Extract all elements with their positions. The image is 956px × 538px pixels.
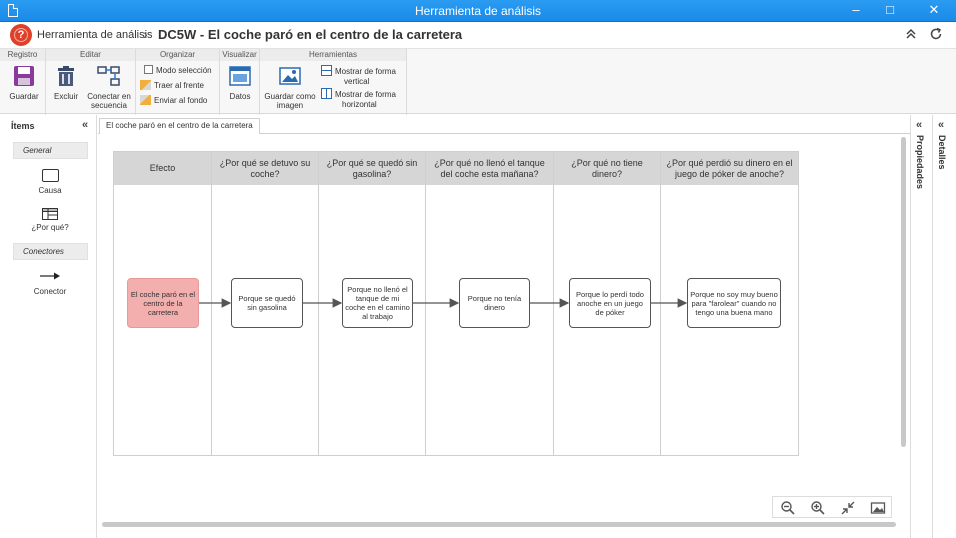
section-general: General xyxy=(13,142,88,159)
ribbon-group-label: Registro xyxy=(0,49,45,61)
app-header: ? Herramienta de análisis › DC5W - El co… xyxy=(0,22,956,48)
cause-node[interactable]: Porque lo perdí todo anoche en un juego … xyxy=(569,278,651,328)
image-icon[interactable] xyxy=(870,500,886,516)
item-connector[interactable]: Conector xyxy=(10,271,90,296)
connect-sequence-button[interactable]: Conectar en secuencia xyxy=(84,65,134,110)
item-cause-label: Causa xyxy=(38,186,62,195)
save-button[interactable]: Guardar xyxy=(4,65,44,101)
delete-label: Excluir xyxy=(53,92,78,101)
zoom-toolbar xyxy=(772,496,892,518)
breadcrumb-separator: › xyxy=(143,26,148,42)
diagram-canvas[interactable]: Efecto ¿Por qué se detuvo su coche? ¿Por… xyxy=(98,134,910,538)
cause-node[interactable]: Porque no tenía dinero xyxy=(459,278,530,328)
trash-icon xyxy=(50,65,82,89)
horizontal-label-2: horizontal xyxy=(342,100,377,109)
why-analysis-diagram: Efecto ¿Por qué se detuvo su coche? ¿Por… xyxy=(113,151,799,456)
bring-front-button[interactable]: Traer al frente xyxy=(140,80,204,91)
page-title: DC5W - El coche paró en el centro de la … xyxy=(158,27,463,42)
item-connector-label: Conector xyxy=(33,287,67,296)
delete-button[interactable]: Excluir xyxy=(50,65,82,101)
breadcrumb[interactable]: Herramienta de análisis xyxy=(37,29,153,41)
ribbon-group-label: Visualizar xyxy=(220,49,259,61)
selection-mode-toggle[interactable]: Modo selección xyxy=(144,65,212,76)
zoom-out-icon[interactable] xyxy=(780,500,796,516)
save-label: Guardar xyxy=(9,92,39,101)
horizontal-scrollbar[interactable] xyxy=(102,522,896,527)
data-window-icon xyxy=(223,65,257,89)
cause-node[interactable]: Porque se quedó sin gasolina xyxy=(231,278,303,328)
save-icon xyxy=(4,65,44,89)
horizontal-layout-icon xyxy=(321,88,332,99)
refresh-icon[interactable] xyxy=(929,27,943,44)
send-back-icon xyxy=(140,95,151,105)
effect-node[interactable]: El coche paró en el centro de la carrete… xyxy=(127,278,199,328)
selection-mode-label: Modo selección xyxy=(156,66,212,75)
show-vertical-button[interactable]: Mostrar de forma vertical xyxy=(321,65,396,87)
vertical-scrollbar[interactable] xyxy=(901,137,906,447)
vertical-label-1: Mostrar de forma xyxy=(335,67,396,76)
save-image-label-1: Guardar como xyxy=(264,92,316,101)
horizontal-label-1: Mostrar de forma xyxy=(335,90,396,99)
zoom-in-icon[interactable] xyxy=(810,500,826,516)
window-title: Herramienta de análisis xyxy=(414,4,542,18)
show-horizontal-button[interactable]: Mostrar de forma horizontal xyxy=(321,88,396,110)
double-chevron-left-icon[interactable]: « xyxy=(916,119,922,131)
properties-panel-label[interactable]: Propiedades xyxy=(915,135,925,189)
collapse-up-icon[interactable] xyxy=(905,27,917,43)
bring-front-icon xyxy=(140,80,151,90)
send-back-button[interactable]: Enviar al fondo xyxy=(140,95,207,106)
ribbon-group-label: Herramientas xyxy=(260,49,406,61)
ribbon-group-label: Organizar xyxy=(136,49,219,61)
data-button[interactable]: Datos xyxy=(223,65,257,101)
item-why-label: ¿Por qué? xyxy=(31,223,69,232)
why-table-icon xyxy=(42,208,58,220)
ribbon-group-visualizar: Visualizar Datos xyxy=(220,49,260,115)
logo-icon: ? xyxy=(10,24,32,46)
item-why[interactable]: ¿Por qué? xyxy=(10,208,90,232)
cause-node[interactable]: Porque no llenó el tanque de mi coche en… xyxy=(342,278,413,328)
maximize-button[interactable]: □ xyxy=(876,0,904,22)
send-back-label: Enviar al fondo xyxy=(154,96,208,105)
cause-box-icon xyxy=(41,169,59,182)
arrow-right-icon xyxy=(39,271,61,281)
section-conectores: Conectores xyxy=(13,243,88,260)
connect-label-1: Conectar en xyxy=(87,92,131,101)
ribbon-group-organizar: Organizar Modo selección Traer al frente… xyxy=(136,49,220,115)
details-panel[interactable]: « Detalles xyxy=(932,115,956,538)
document-tab-strip: El coche paró en el centro de la carrete… xyxy=(98,115,910,135)
window-titlebar: Herramienta de análisis – □ ✕ xyxy=(0,0,956,22)
items-panel: Ítems « General Causa ¿Por qué? Conector… xyxy=(0,115,97,538)
ribbon-group-registro: Registro Guardar xyxy=(0,49,46,115)
save-image-button[interactable]: Guardar como imagen xyxy=(262,65,318,110)
item-cause[interactable]: Causa xyxy=(10,169,90,195)
vertical-label-2: vertical xyxy=(344,77,370,86)
minimize-button[interactable]: – xyxy=(842,0,870,22)
cause-node[interactable]: Porque no soy muy bueno para "farolear" … xyxy=(687,278,781,328)
save-image-icon xyxy=(262,65,318,89)
connect-sequence-icon xyxy=(84,65,134,89)
ribbon-group-label: Editar xyxy=(46,49,135,61)
vertical-layout-icon xyxy=(321,65,332,76)
save-image-label-2: imagen xyxy=(276,101,304,110)
ribbon-toolbar: Registro Guardar Editar Excluir Conectar… xyxy=(0,48,956,115)
bring-front-label: Traer al frente xyxy=(154,81,204,90)
fit-icon[interactable] xyxy=(840,500,856,516)
tab-diagram[interactable]: El coche paró en el centro de la carrete… xyxy=(99,118,260,135)
data-label: Datos xyxy=(229,92,251,101)
details-panel-label[interactable]: Detalles xyxy=(937,135,947,170)
ribbon-group-herramientas: Herramientas Guardar como imagen Mostrar… xyxy=(260,49,407,115)
connect-label-2: secuencia xyxy=(90,101,128,110)
double-chevron-left-icon[interactable]: « xyxy=(82,119,88,131)
ribbon-group-editar: Editar Excluir Conectar en secuencia xyxy=(46,49,136,115)
checkbox-icon[interactable] xyxy=(144,65,153,74)
double-chevron-left-icon[interactable]: « xyxy=(938,119,944,131)
close-button[interactable]: ✕ xyxy=(916,0,952,22)
items-panel-title: Ítems xyxy=(11,121,35,131)
properties-panel[interactable]: « Propiedades xyxy=(910,115,932,538)
